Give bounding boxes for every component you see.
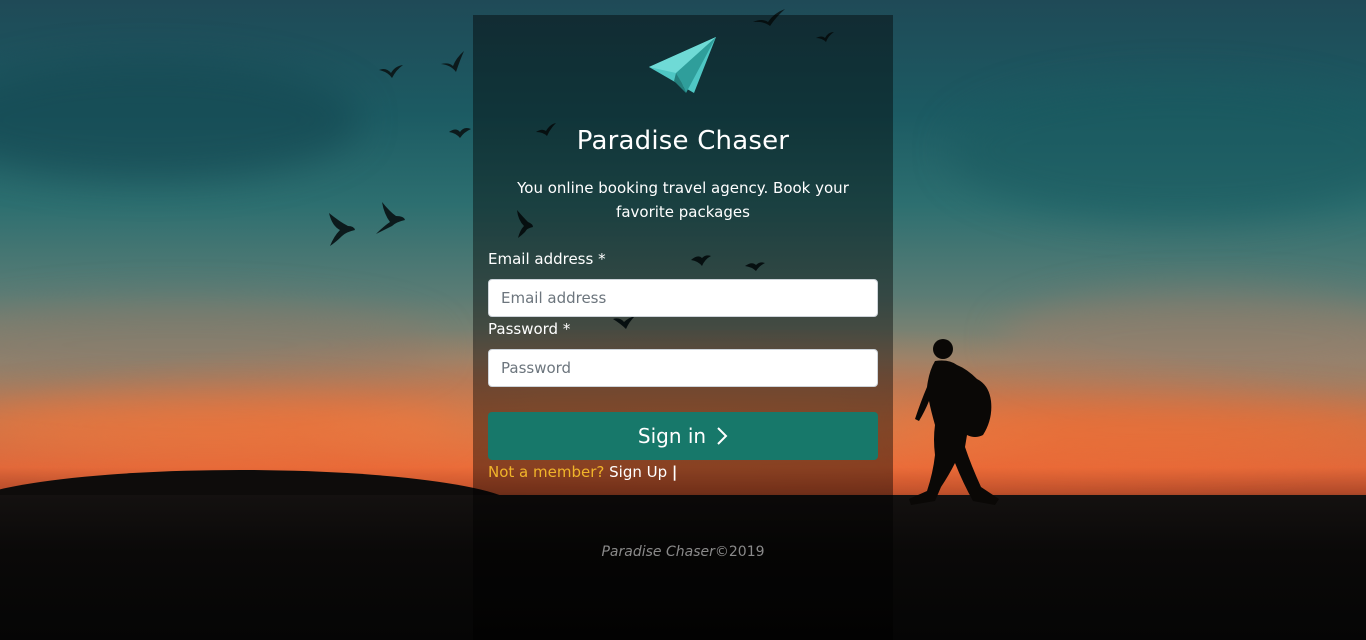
paper-plane-icon [649,37,716,93]
app-tagline: You online booking travel agency. Book y… [517,179,849,221]
not-member-text: Not a member? [488,463,605,481]
chevron-right-icon [717,427,728,445]
sign-in-button[interactable]: Sign in [488,412,878,460]
email-label: Email address * [488,250,606,268]
separator: | [671,463,678,481]
footer-copyright: ©2019 [714,544,765,560]
password-field[interactable] [488,349,878,387]
bird-icon [329,213,355,246]
bird-icon [376,202,405,234]
footer: Paradise Chaser©2019 [473,544,893,560]
cloud [0,60,360,180]
app-title: Paradise Chaser [576,126,790,156]
bird-icon [449,128,471,138]
sign-up-link[interactable]: Sign Up [609,463,667,481]
bird-icon [441,51,464,72]
sign-in-label: Sign in [637,424,707,448]
password-label: Password * [488,320,571,338]
signup-prompt: Not a member? Sign Up | [488,463,677,481]
hiker-silhouette [909,339,999,505]
footer-brand: Paradise Chaser [601,544,715,560]
email-field[interactable] [488,279,878,317]
cloud [950,80,1366,220]
bird-icon [379,65,403,78]
